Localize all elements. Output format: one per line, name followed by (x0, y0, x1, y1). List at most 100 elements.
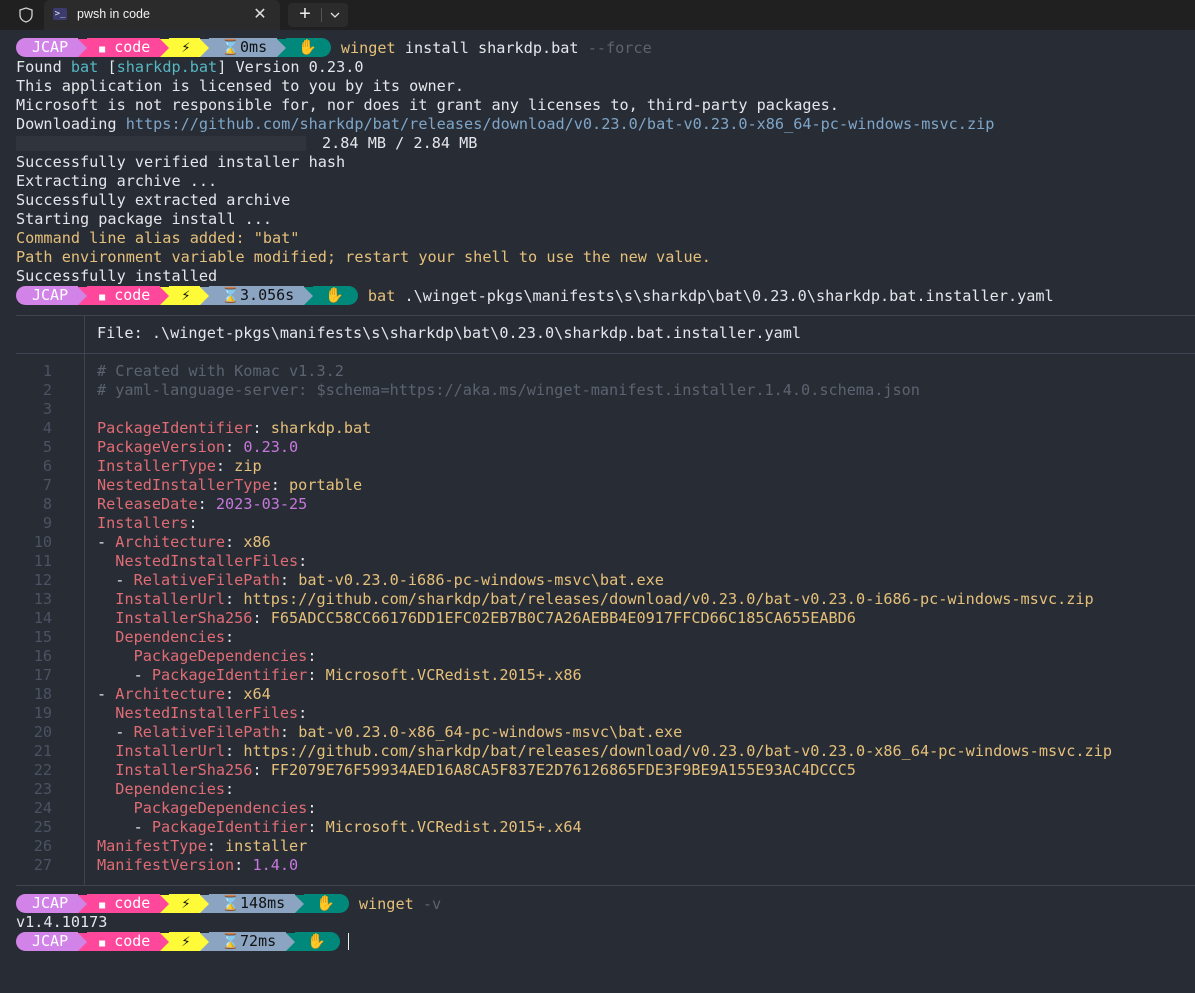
output-line: Command line alias added: "bat" (16, 229, 300, 247)
prompt-line[interactable]: JCAP ■ code ⚡ ⌛72ms ✋ (16, 932, 349, 951)
output-line: Extracting archive ... (16, 172, 218, 190)
prompt-duration: ⌛3.056s (209, 286, 305, 305)
line-number: 22 (33, 761, 52, 779)
git-icon: ⚡ (169, 894, 201, 913)
code-line: Dependencies: (115, 628, 235, 646)
code-line: # Created with Komac v1.3.2 (97, 362, 344, 380)
folder-icon: ■ (99, 44, 106, 55)
code-line: - Architecture: x86 (97, 533, 271, 551)
output-line: This application is licensed to you by i… (16, 77, 465, 95)
output-line: Successfully extracted archive (16, 191, 291, 209)
powershell-icon: >_ (53, 8, 67, 20)
output-line: Downloading https://github.com/sharkdp/b… (16, 115, 995, 133)
code-line: InstallerUrl: https://github.com/sharkdp… (115, 742, 1112, 760)
line-number: 5 (42, 438, 52, 456)
folder-name: code (114, 286, 151, 304)
text-cursor (347, 933, 349, 950)
line-number: 21 (33, 742, 52, 760)
line-number: 26 (33, 837, 52, 855)
folder-icon: ■ (99, 938, 106, 949)
code-line: - PackageIdentifier: Microsoft.VCRedist.… (97, 666, 582, 684)
folder-icon: ■ (99, 292, 106, 303)
prompt-folder-segment: ■ code (87, 38, 161, 57)
code-line: NestedInstallerType: portable (97, 476, 363, 494)
code-line: ReleaseDate: 2023-03-25 (97, 495, 308, 513)
code-line: - Architecture: x64 (97, 685, 271, 703)
line-number: 16 (33, 647, 52, 665)
prompt-duration: ⌛72ms (209, 932, 287, 951)
prompt-user-segment: JCAP (16, 894, 79, 913)
hand-icon: ✋ (295, 932, 340, 951)
terminal-pane[interactable]: JCAP ■ code ⚡ ⌛0ms ✋ winget install shar… (0, 30, 1195, 993)
git-icon: ⚡ (169, 932, 201, 951)
line-number: 20 (33, 723, 52, 741)
divider (84, 315, 85, 353)
hand-icon: ✋ (313, 286, 358, 305)
code-line: ManifestVersion: 1.4.0 (97, 856, 299, 874)
line-number: 24 (33, 799, 52, 817)
output-line: Microsoft is not responsible for, nor do… (16, 96, 839, 114)
prompt-folder-segment: ■ code (87, 286, 161, 305)
prompt-folder-segment: ■ code (87, 932, 161, 951)
download-link[interactable]: https://github.com/sharkdp/bat/releases/… (126, 115, 995, 133)
line-number: 6 (42, 457, 52, 475)
shield-icon[interactable] (17, 6, 35, 24)
hand-icon: ✋ (304, 894, 349, 913)
line-number: 27 (33, 856, 52, 874)
folder-name: code (114, 894, 151, 912)
line-number: 3 (42, 400, 52, 418)
line-number: 12 (33, 571, 52, 589)
code-line: - RelativeFilePath: bat-v0.23.0-x86_64-p… (97, 723, 683, 741)
prompt-user-segment: JCAP (16, 932, 79, 951)
output-line: Found bat [sharkdp.bat] Version 0.23.0 (16, 58, 364, 76)
code-line: Dependencies: (115, 780, 235, 798)
output-line: v1.4.10173 (16, 913, 108, 931)
folder-name: code (114, 932, 151, 950)
output-line: Starting package install ... (16, 210, 273, 228)
code-line: InstallerSha256: F65ADCC58CC66176DD1EFC0… (115, 609, 856, 627)
divider (321, 8, 322, 22)
prompt-folder-segment: ■ code (87, 894, 161, 913)
line-number: 19 (33, 704, 52, 722)
code-line: # yaml-language-server: $schema=https://… (97, 381, 920, 399)
git-icon: ⚡ (169, 286, 201, 305)
command-text: bat .\winget-pkgs\manifests\s\sharkdp\ba… (367, 286, 1054, 305)
git-icon: ⚡ (169, 38, 201, 57)
divider (16, 885, 1195, 886)
new-tab-button[interactable]: + (294, 3, 316, 27)
output-line: Successfully installed (16, 267, 218, 285)
line-number: 23 (33, 780, 52, 798)
progress-text: 2.84 MB / 2.84 MB (322, 134, 478, 152)
prompt-duration: ⌛0ms (209, 38, 278, 57)
code-line: InstallerSha256: FF2079E76F59934AED16A8C… (115, 761, 856, 779)
chevron-down-icon[interactable] (325, 3, 345, 27)
line-number: 7 (42, 476, 52, 494)
line-number: 8 (42, 495, 52, 513)
divider (16, 315, 1195, 316)
code-line: PackageDependencies: (133, 647, 317, 665)
prompt-user-segment: JCAP (16, 38, 79, 57)
code-line: NestedInstallerFiles: (115, 552, 308, 570)
code-line: NestedInstallerFiles: (115, 704, 308, 722)
prompt-line: JCAP ■ code ⚡ ⌛3.056s ✋ bat .\winget-pkg… (16, 286, 1054, 305)
tab-pwsh[interactable]: >_ pwsh in code ✕ (44, 0, 280, 30)
prompt-line: JCAP ■ code ⚡ ⌛0ms ✋ winget install shar… (16, 38, 652, 57)
code-line: PackageIdentifier: sharkdp.bat (97, 419, 372, 437)
folder-name: code (114, 38, 151, 56)
code-line: PackageVersion: 0.23.0 (97, 438, 299, 456)
folder-icon: ■ (99, 900, 106, 911)
line-number: 25 (33, 818, 52, 836)
hand-icon: ✋ (286, 38, 331, 57)
code-line: PackageDependencies: (133, 799, 317, 817)
line-number: 4 (42, 419, 52, 437)
download-progress-bar (16, 136, 306, 151)
line-number: 10 (33, 533, 52, 551)
line-number: 2 (42, 381, 52, 399)
close-icon[interactable]: ✕ (250, 4, 270, 24)
line-number: 1 (42, 362, 52, 380)
code-line: Installers: (97, 514, 198, 532)
line-number: 14 (33, 609, 52, 627)
line-number: 9 (42, 514, 52, 532)
new-tab-group: + (288, 3, 348, 27)
prompt-user-segment: JCAP (16, 286, 79, 305)
